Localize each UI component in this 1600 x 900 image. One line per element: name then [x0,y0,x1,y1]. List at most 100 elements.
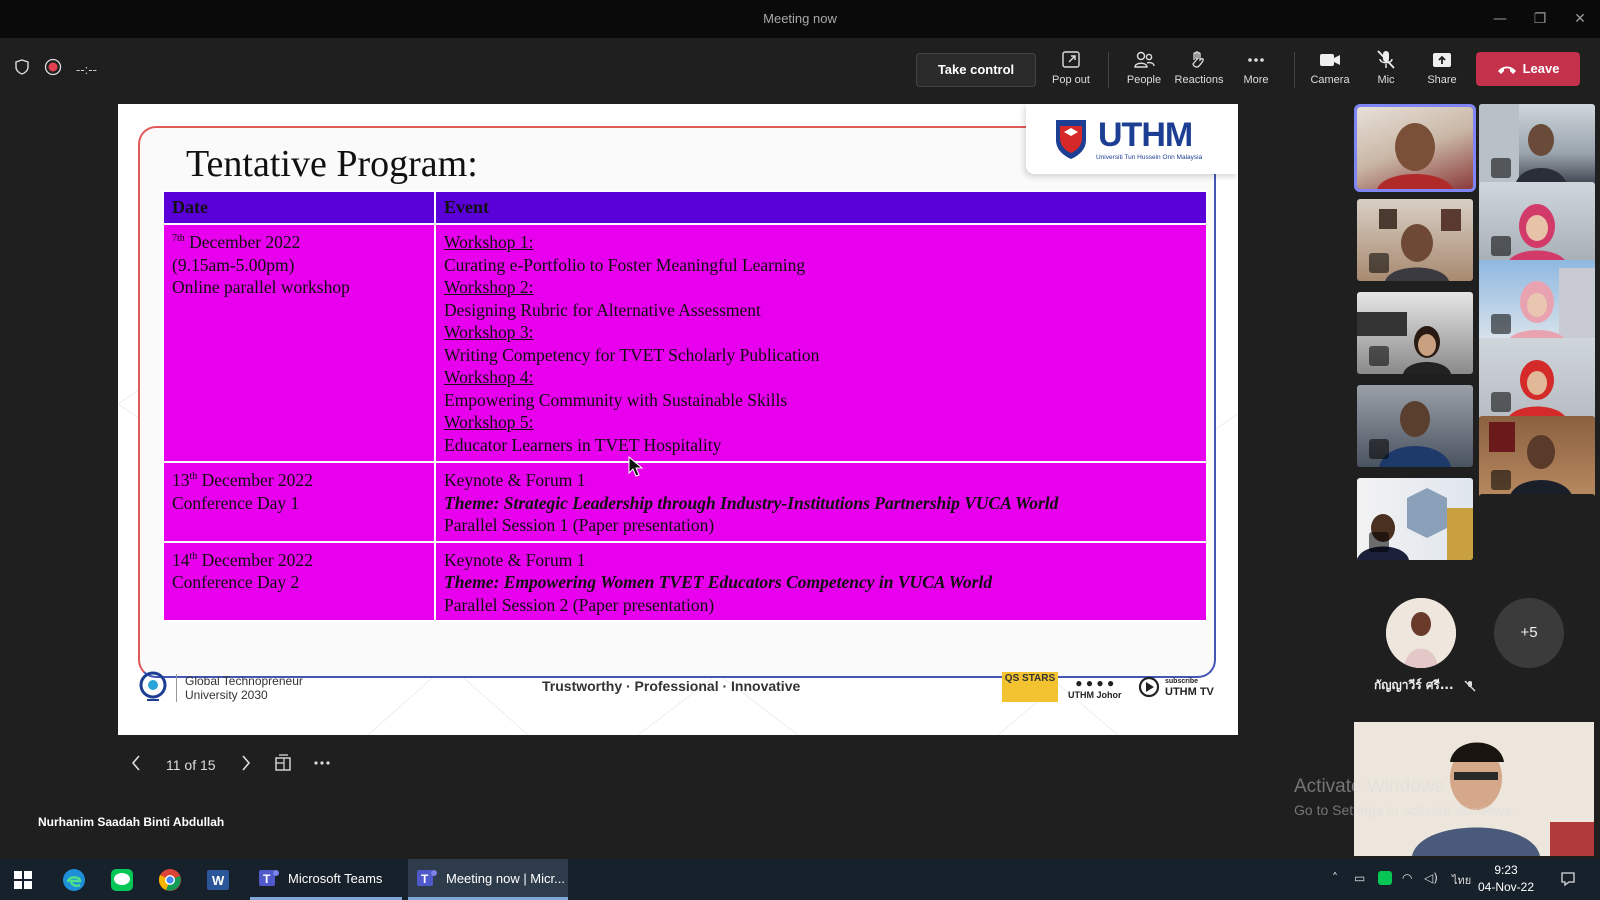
participant-tile[interactable] [1354,104,1476,192]
share-button[interactable]: Share [1413,50,1471,86]
word-taskbar-button[interactable]: W [206,859,230,900]
meeting-toolbar: --:-- Take control Pop out People Reacti… [0,38,1600,102]
uthm-tv-logo: subscribe UTHM TV [1138,676,1214,698]
workshop-heading: Workshop 2: [444,277,534,297]
event-cell: Keynote & Forum 1 Theme: Strategic Leade… [434,461,1208,543]
camera-button[interactable]: Camera [1301,50,1359,86]
teams-icon: T [417,870,437,886]
mic-muted-icon [1369,439,1389,459]
start-button[interactable] [14,859,32,900]
chrome-taskbar-button[interactable] [158,859,182,900]
volume-icon[interactable]: ◁) [1424,871,1438,885]
people-button[interactable]: People [1115,50,1173,86]
slide-navigation: 11 of 15 [130,754,332,775]
uthm-logo: UTHM Universiti Tun Hussein Onn Malaysia [1026,104,1238,174]
program-table: Date Event 7th December 2022 (9.15am-5.0… [162,190,1208,622]
participant-tile[interactable] [1357,199,1473,281]
participant-tile[interactable] [1479,494,1595,576]
youtube-icon [1138,676,1160,698]
date-cell: 14th December 2022 Conference Day 2 [162,540,436,622]
maximize-button[interactable]: ❐ [1520,6,1560,32]
minimize-button[interactable]: — [1480,6,1520,32]
participant-tile[interactable] [1479,338,1595,420]
workshop-title: Curating e-Portfolio to Foster Meaningfu… [444,254,806,275]
shield-icon[interactable] [14,59,30,79]
mic-muted-icon [1491,470,1511,490]
more-participants-button[interactable]: +5 [1494,598,1564,668]
reactions-button[interactable]: Reactions [1170,50,1228,86]
next-slide-button[interactable] [240,754,252,775]
share-label: Share [1427,74,1457,86]
toolbar-divider [1294,52,1295,88]
pop-out-button[interactable]: Pop out [1042,50,1100,86]
reactions-label: Reactions [1174,74,1224,86]
participant-tile[interactable] [1357,292,1473,374]
participant-tile[interactable] [1479,416,1595,498]
chevron-left-icon [131,755,140,771]
recording-icon[interactable] [44,58,62,80]
meeting-taskbar-label: Meeting now | Micr... [446,870,565,886]
keynote-text: Keynote & Forum 1 [444,470,586,490]
chevron-right-icon [241,755,250,771]
workshop-heading: Workshop 3: [444,322,534,342]
chevron-up-icon[interactable]: ˄ [1332,871,1338,885]
previous-slide-button[interactable] [130,754,142,775]
more-button[interactable]: More [1227,50,1285,86]
time-range: (9.15am-5.00pm) [172,254,295,275]
windows-taskbar: W T Microsoft Teams T Meeting now | Micr… [0,859,1600,900]
slide-more-button[interactable] [312,754,332,775]
participant-tile[interactable] [1479,260,1595,342]
mic-button[interactable]: Mic [1357,50,1415,86]
participant-tile[interactable] [1479,104,1595,186]
participant-tile[interactable] [1357,385,1473,467]
battery-icon[interactable]: ▭ [1354,871,1365,885]
date-line: 13th December 2022 [172,469,426,492]
participant-tile[interactable] [1357,478,1473,560]
keynote-text: Keynote & Forum 1 [444,549,586,570]
activate-windows-watermark: Activate Windows Go to Settings to activ… [1294,776,1515,818]
people-icon [1134,51,1155,68]
slide-grid-button[interactable] [274,754,292,775]
slide-counter: 11 of 15 [166,756,216,773]
teams-taskbar-button[interactable]: T Microsoft Teams [250,859,402,900]
take-control-button[interactable]: Take control [916,53,1036,87]
word-icon: W [207,869,229,890]
camera-label: Camera [1310,74,1350,86]
mic-muted-icon [1491,236,1511,256]
notifications-icon[interactable] [1560,871,1576,890]
line-tray-icon[interactable] [1378,871,1392,888]
slides-grid-icon [274,754,291,771]
line-taskbar-button[interactable] [110,859,134,900]
leave-button[interactable]: Leave [1476,52,1580,86]
social-handle: UTHM Johor [1068,690,1122,700]
mic-muted-icon [1491,314,1511,334]
participant-tile[interactable] [1479,182,1595,264]
mic-muted-icon [1369,253,1389,273]
svg-text:T: T [421,872,429,886]
day-label: Conference Day 1 [172,492,300,513]
social-media-icons: ● ● ● ● [1075,676,1115,690]
pop-out-icon [1062,51,1080,68]
date-line: 7th December 2022 [172,231,426,254]
taskbar-clock[interactable]: 9:23 04-Nov-22 [1478,862,1534,896]
meeting-taskbar-button[interactable]: T Meeting now | Micr... [408,859,568,900]
more-icon [1248,58,1264,62]
toolbar-divider [1108,52,1109,88]
windows-logo-icon [14,870,32,889]
mic-muted-icon [1491,548,1511,568]
theme-text: Theme: Empowering Women TVET Educators C… [444,572,993,592]
mic-muted-icon [1369,346,1389,366]
table-row: 7th December 2022 (9.15am-5.00pm) Online… [162,223,1208,463]
teams-icon: T [259,870,279,886]
wifi-icon[interactable]: ◠ [1402,871,1412,885]
mic-muted-icon [1491,392,1511,412]
language-indicator[interactable]: ไทย [1452,871,1471,889]
hang-up-icon [1497,66,1516,74]
edge-taskbar-button[interactable] [62,859,86,900]
event-cell: Keynote & Forum 1 Theme: Empowering Wome… [434,540,1208,622]
workshop-heading: Workshop 4: [444,367,534,387]
participant-avatar[interactable] [1386,598,1456,668]
close-window-button[interactable]: ✕ [1560,6,1600,32]
window-title: Meeting now [763,11,837,26]
pop-out-label: Pop out [1052,74,1090,86]
